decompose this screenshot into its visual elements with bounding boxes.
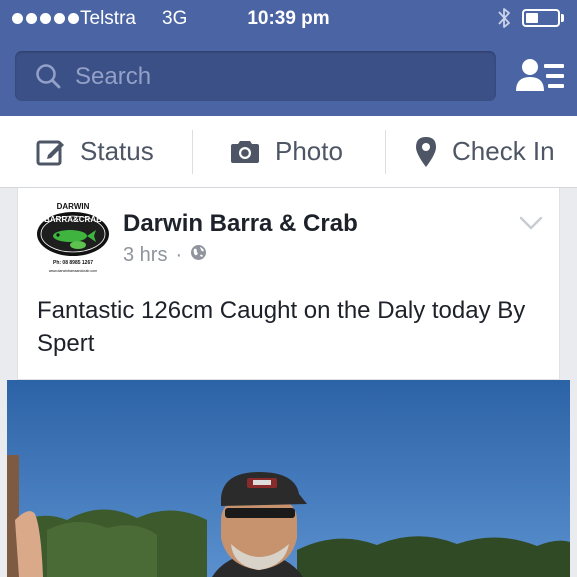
post-card: DARWIN BARRA&CRAB Ph: 08 8985 1267 www.d… xyxy=(17,188,560,380)
post-timestamp[interactable]: 3 hrs xyxy=(123,244,167,267)
status-bar: Telstra 3G 10:39 pm xyxy=(0,0,577,40)
search-bar[interactable] xyxy=(15,51,496,103)
check-in-label: Check In xyxy=(452,136,555,166)
logo-web-text: www.darwinbarraandcrab.com xyxy=(49,269,97,273)
divider xyxy=(192,130,193,174)
divider xyxy=(385,130,386,174)
check-in-button[interactable]: Check In xyxy=(414,116,555,187)
camera-icon xyxy=(229,139,261,165)
logo-arc-text: DARWIN xyxy=(57,202,90,211)
globe-icon xyxy=(190,244,207,267)
location-pin-icon xyxy=(414,136,438,168)
composer-bar: Status Photo Check In xyxy=(0,116,577,188)
post-meta: 3 hrs · xyxy=(123,244,207,267)
meta-separator: · xyxy=(175,244,183,266)
photo-button[interactable]: Photo xyxy=(229,116,343,187)
bluetooth-icon xyxy=(497,6,511,36)
logo-phone-text: Ph: 08 8985 1267 xyxy=(53,260,93,266)
status-button[interactable]: Status xyxy=(36,116,154,187)
chevron-down-icon[interactable] xyxy=(519,216,543,235)
logo-brand-text: BARRA&CRAB xyxy=(44,215,102,224)
photo-label: Photo xyxy=(275,136,343,166)
post-text: Fantastic 126cm Caught on the Daly today… xyxy=(37,297,526,357)
contacts-icon xyxy=(512,59,568,101)
battery-icon xyxy=(522,9,560,27)
search-input[interactable] xyxy=(73,51,477,103)
page-logo[interactable]: DARWIN BARRA&CRAB Ph: 08 8985 1267 www.d… xyxy=(34,200,112,276)
top-bar: Telstra 3G 10:39 pm xyxy=(0,0,577,116)
post-photo[interactable] xyxy=(7,380,570,577)
clock: 10:39 pm xyxy=(247,8,330,29)
search-icon xyxy=(35,63,61,94)
status-label: Status xyxy=(80,136,154,166)
edit-icon xyxy=(36,137,66,167)
battery-fill xyxy=(526,13,538,23)
page-name-link[interactable]: Darwin Barra & Crab xyxy=(123,210,358,238)
contacts-button[interactable] xyxy=(512,55,568,97)
